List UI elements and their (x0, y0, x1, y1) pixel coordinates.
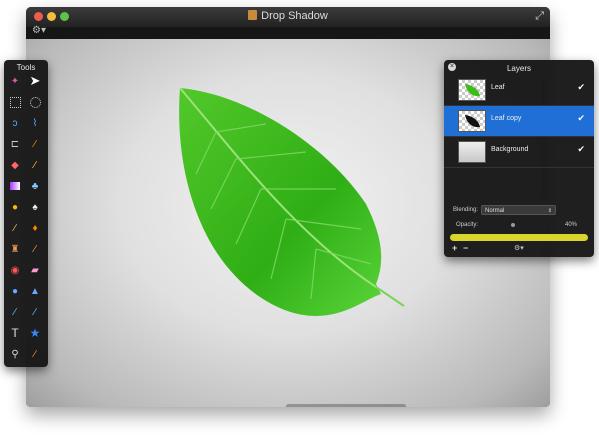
add-layer-button[interactable]: + (452, 243, 457, 253)
visibility-checkbox[interactable]: ✔ (577, 144, 585, 155)
blending-value: Normal (485, 208, 505, 214)
layer-name: Leaf (491, 84, 505, 91)
visibility-checkbox[interactable]: ✔ (577, 113, 585, 124)
eyedropper-icon[interactable]: ∕ (26, 135, 44, 153)
layer-thumbnail (458, 141, 486, 163)
sponge-icon[interactable]: ● (6, 198, 24, 216)
remove-layer-button[interactable]: − (463, 243, 468, 253)
pen-icon[interactable]: ∕ (6, 303, 24, 321)
layer-thumbnail (458, 110, 486, 132)
document-icon (248, 10, 258, 20)
ellipse-select-icon[interactable] (26, 93, 44, 111)
layer-row-leaf-copy[interactable]: Leaf copy ✔ (444, 106, 594, 137)
lasso-icon[interactable]: ↄ (6, 114, 24, 132)
heal-icon[interactable]: ∕ (26, 240, 44, 258)
blur-icon[interactable]: ● (6, 282, 24, 300)
gear-icon[interactable]: ⚙▾ (514, 244, 524, 252)
tools-palette: Tools ✦ ➤ ↄ ⌇ ⊏ ∕ ◆ ∕ ♣ ● ♠ ∕ ♦ ♜ ∕ ◉ ▰ … (4, 60, 48, 367)
polygon-lasso-icon[interactable]: ⌇ (26, 114, 44, 132)
layers-title: Layers (506, 64, 531, 73)
burn-icon[interactable]: ♦ (26, 219, 44, 237)
opacity-slider-fill (450, 234, 588, 241)
paintbrush-icon[interactable]: ∕ (6, 219, 24, 237)
toolbar: ⚙▾ (26, 25, 550, 39)
blending-label: Blending: (453, 207, 479, 213)
fullscreen-icon[interactable]: ⤢ (535, 10, 544, 23)
horizontal-scrollbar[interactable] (286, 404, 406, 407)
zoom-icon[interactable]: ⚲ (6, 345, 24, 363)
line-icon[interactable]: ∕ (26, 303, 44, 321)
layer-thumbnail (458, 79, 486, 101)
shape-star-icon[interactable]: ★ (26, 324, 44, 342)
stamp-icon[interactable]: ♜ (6, 240, 24, 258)
blending-select[interactable]: Normal ⇕ (481, 205, 556, 215)
title-bar: Drop Shadow ⤢ (26, 7, 550, 28)
chevron-updown-icon: ⇕ (547, 208, 552, 214)
text-tool-icon[interactable]: T (6, 324, 24, 342)
rect-select-icon[interactable] (6, 93, 24, 111)
smudge-icon[interactable]: ▰ (26, 261, 44, 279)
opacity-label: Opacity: (456, 222, 479, 228)
eraser-icon[interactable]: ◆ (6, 156, 24, 174)
layer-row-leaf[interactable]: Leaf ✔ (444, 75, 594, 106)
opacity-slider[interactable] (450, 234, 588, 241)
layer-row-background[interactable]: Background ✔ (444, 137, 594, 168)
layer-name: Leaf copy (491, 115, 522, 122)
opacity-knob[interactable] (511, 223, 515, 227)
window-title-text: Drop Shadow (261, 10, 328, 22)
move-tool-icon[interactable]: ➤ (26, 72, 44, 90)
red-eye-icon[interactable]: ◉ (6, 261, 24, 279)
gear-icon[interactable]: ⚙▾ (32, 25, 46, 36)
pencil-icon[interactable]: ∕ (26, 156, 44, 174)
opacity-value: 40% (564, 222, 577, 228)
layers-panel: × Layers Leaf ✔ Leaf copy ✔ Background ✔… (444, 60, 594, 257)
tools-title: Tools (16, 63, 36, 72)
brush-icon[interactable]: ♠ (26, 198, 44, 216)
visibility-checkbox[interactable]: ✔ (577, 82, 585, 93)
leaf-image (179, 87, 405, 316)
layer-name: Background (491, 146, 529, 153)
paint-bucket-icon[interactable]: ♣ (26, 177, 44, 195)
magic-wand-icon[interactable]: ✦ (6, 72, 24, 90)
color-picker-icon[interactable]: ∕ (26, 345, 44, 363)
window-title: Drop Shadow (26, 10, 550, 22)
crop-icon[interactable]: ⊏ (6, 135, 24, 153)
sharpen-icon[interactable]: ▲ (26, 282, 44, 300)
gradient-icon[interactable] (6, 177, 24, 195)
